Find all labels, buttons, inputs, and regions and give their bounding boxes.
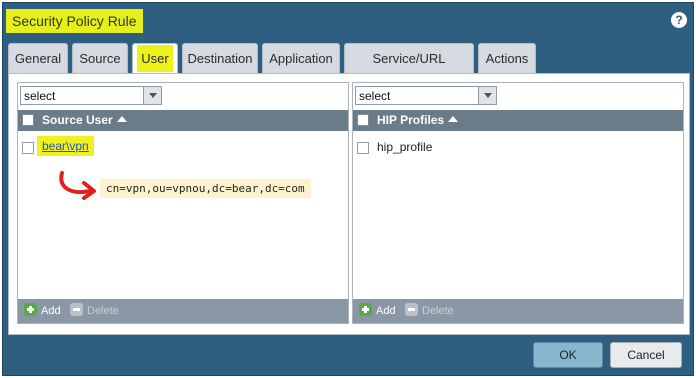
security-policy-rule-dialog: Security Policy Rule ? General Source Us… <box>2 2 694 376</box>
source-user-footer: Add Delete <box>18 299 348 323</box>
hip-profiles-footer: Add Delete <box>353 299 683 323</box>
user-dn-annotation: cn=vpn,ou=vpnou,dc=bear,dc=com <box>100 179 311 198</box>
tab-user[interactable]: User <box>132 43 178 74</box>
delete-source-user-button[interactable]: Delete <box>70 299 119 323</box>
cancel-button[interactable]: Cancel <box>610 342 682 368</box>
add-label: Add <box>376 305 396 317</box>
select-all-checkbox[interactable] <box>357 114 369 126</box>
delete-label: Delete <box>422 305 454 317</box>
add-source-user-button[interactable]: Add <box>24 299 61 323</box>
sort-ascending-icon <box>116 116 127 122</box>
user-tab-panel: select Source User bear\vpn cn=vpn,ou=vp… <box>8 73 690 335</box>
source-user-select[interactable]: select <box>20 86 162 105</box>
source-user-grid: select Source User bear\vpn cn=vpn,ou=vp… <box>17 82 349 324</box>
dialog-title: Security Policy Rule <box>6 9 143 33</box>
source-user-column-label: Source User <box>42 113 113 127</box>
hip-profiles-select[interactable]: select <box>355 86 497 105</box>
row-checkbox[interactable] <box>22 142 34 154</box>
tab-destination[interactable]: Destination <box>182 43 258 73</box>
delete-icon <box>70 303 83 316</box>
add-label: Add <box>41 305 61 317</box>
sort-ascending-icon <box>448 116 459 122</box>
source-user-column-header[interactable]: Source User <box>42 110 127 131</box>
hip-profiles-header: HIP Profiles <box>353 110 683 131</box>
tab-application[interactable]: Application <box>262 43 340 73</box>
red-curved-arrow-icon <box>59 171 96 200</box>
add-icon <box>359 303 372 316</box>
table-row: hip_profile <box>353 138 683 156</box>
source-user-select-value: select <box>24 89 56 103</box>
tab-service-url-category[interactable]: Service/URL Category <box>344 43 474 96</box>
tab-actions[interactable]: Actions <box>478 43 536 73</box>
hip-profiles-select-value: select <box>359 89 391 103</box>
add-hip-profile-button[interactable]: Add <box>359 299 396 323</box>
delete-label: Delete <box>87 305 119 317</box>
source-user-link[interactable]: bear\vpn <box>37 136 94 156</box>
chevron-down-icon[interactable] <box>478 87 496 104</box>
tab-user-label: User <box>137 45 173 72</box>
delete-hip-profile-button[interactable]: Delete <box>405 299 454 323</box>
hip-profiles-grid: select HIP Profiles hip_profile Add Dele… <box>352 82 684 324</box>
tab-source[interactable]: Source <box>72 43 128 73</box>
row-checkbox[interactable] <box>357 142 369 154</box>
select-all-checkbox[interactable] <box>22 114 34 126</box>
help-icon[interactable]: ? <box>671 12 687 28</box>
add-icon <box>24 303 37 316</box>
delete-icon <box>405 303 418 316</box>
source-user-header: Source User <box>18 110 348 131</box>
chevron-down-icon[interactable] <box>143 87 161 104</box>
hip-profile-value: hip_profile <box>377 140 433 154</box>
hip-profiles-column-label: HIP Profiles <box>377 113 445 127</box>
ok-button[interactable]: OK <box>533 342 603 368</box>
tab-general[interactable]: General <box>8 43 68 73</box>
dialog-titlebar: Security Policy Rule ? <box>3 3 693 37</box>
table-row: bear\vpn <box>18 136 348 156</box>
hip-profiles-column-header[interactable]: HIP Profiles <box>377 110 459 131</box>
